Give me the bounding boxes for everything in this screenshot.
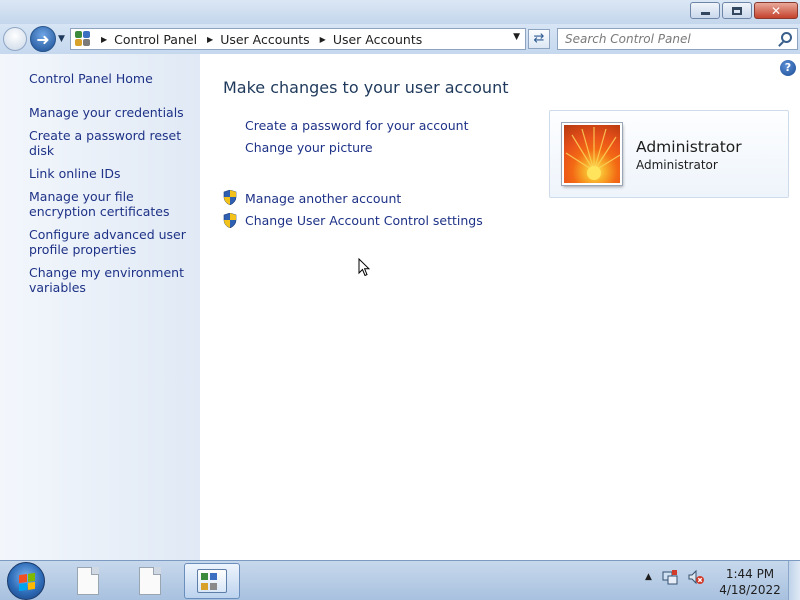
create-password-reset-disk-link[interactable]: Create a password reset disk (29, 128, 192, 158)
maximize-icon (732, 6, 742, 15)
mouse-cursor-icon (358, 258, 370, 277)
taskbar-item-document-1[interactable] (60, 563, 116, 599)
clock-date: 4/18/2022 (719, 583, 781, 597)
notification-area: ▲ (645, 569, 704, 585)
refresh-icon: ⇄ (533, 31, 545, 46)
task-pane: Control Panel Home Manage your credentia… (0, 54, 200, 560)
breadcrumb-control-panel[interactable]: Control Panel (114, 32, 197, 47)
configure-advanced-profile-properties-link[interactable]: Configure advanced user profile properti… (29, 227, 192, 257)
taskbar-item-control-panel[interactable] (184, 563, 240, 599)
control-panel-icon (197, 569, 227, 593)
close-icon: ✕ (770, 3, 782, 18)
account-type: Administrator (636, 158, 718, 172)
breadcrumb-separator-icon[interactable]: ▶ (101, 35, 107, 44)
network-icon[interactable] (662, 569, 678, 585)
account-picture (562, 123, 622, 185)
uac-shield-icon (223, 190, 237, 205)
change-environment-variables-link[interactable]: Change my environment variables (29, 265, 192, 295)
document-icon (77, 567, 99, 595)
navigation-bar: ➜ ▼ ▶ Control Panel ▶ User Accounts ▶ Us… (0, 24, 800, 54)
window-title-bar: ✕ (0, 0, 800, 24)
address-bar[interactable]: ▶ Control Panel ▶ User Accounts ▶ User A… (70, 28, 526, 50)
link-online-ids-link[interactable]: Link online IDs (29, 166, 192, 181)
page-title: Make changes to your user account (223, 78, 509, 97)
breadcrumb-separator-icon[interactable]: ▶ (320, 35, 326, 44)
windows-logo-icon (19, 572, 35, 592)
change-uac-settings-link[interactable]: Change User Account Control settings (245, 213, 483, 228)
manage-file-encryption-certificates-link[interactable]: Manage your file encryption certificates (29, 189, 192, 219)
show-desktop-button[interactable] (788, 561, 800, 600)
help-icon: ? (784, 61, 792, 74)
system-clock[interactable]: 1:44 PM 4/18/2022 (718, 566, 782, 598)
control-panel-home-link[interactable]: Control Panel Home (29, 71, 192, 86)
account-name: Administrator (636, 138, 742, 156)
clock-time: 1:44 PM (725, 567, 775, 581)
close-button[interactable]: ✕ (754, 2, 798, 19)
control-panel-icon (75, 31, 91, 47)
forward-arrow-icon: ➜ (36, 29, 50, 49)
minimize-icon (700, 12, 710, 15)
recent-pages-dropdown-icon[interactable]: ▼ (58, 34, 65, 44)
main-content: ? Make changes to your user account Crea… (200, 54, 800, 560)
breadcrumb-user-accounts[interactable]: User Accounts (220, 32, 309, 47)
maximize-button[interactable] (722, 2, 752, 19)
breadcrumb-separator-icon[interactable]: ▶ (207, 35, 213, 44)
search-input[interactable] (565, 32, 765, 46)
refresh-button[interactable]: ⇄ (528, 29, 550, 49)
volume-muted-icon[interactable] (688, 569, 704, 585)
flower-picture-icon (565, 127, 620, 180)
manage-another-account-link[interactable]: Manage another account (245, 191, 401, 206)
change-picture-link[interactable]: Change your picture (245, 140, 373, 155)
show-hidden-icons-icon[interactable]: ▲ (645, 572, 652, 582)
create-password-link[interactable]: Create a password for your account (245, 118, 469, 133)
forward-button[interactable]: ➜ (30, 26, 56, 52)
start-button[interactable] (7, 562, 45, 600)
taskbar: ▲ 1:44 PM 4/18/2022 (0, 560, 800, 600)
taskbar-item-document-2[interactable] (122, 563, 178, 599)
uac-shield-icon (223, 213, 237, 228)
back-button[interactable] (3, 27, 27, 51)
minimize-button[interactable] (690, 2, 720, 19)
breadcrumb-user-accounts-current[interactable]: User Accounts (333, 32, 422, 47)
document-icon (139, 567, 161, 595)
search-icon[interactable] (781, 32, 792, 43)
address-dropdown-icon[interactable]: ▼ (513, 32, 520, 42)
window-controls: ✕ (690, 2, 798, 19)
search-box[interactable] (557, 28, 798, 50)
help-button[interactable]: ? (780, 60, 796, 76)
manage-credentials-link[interactable]: Manage your credentials (29, 105, 192, 120)
account-tile: Administrator Administrator (549, 110, 789, 198)
